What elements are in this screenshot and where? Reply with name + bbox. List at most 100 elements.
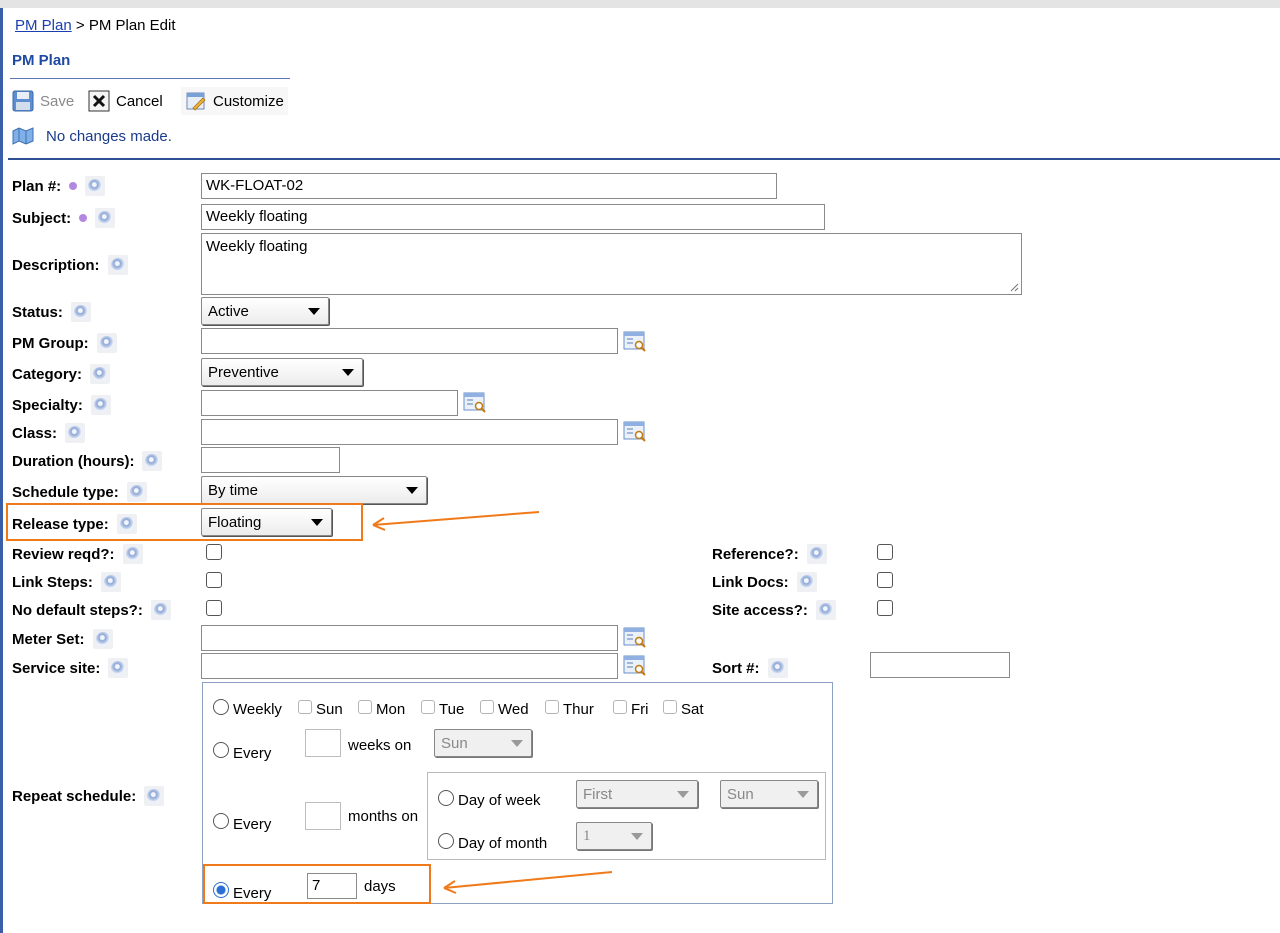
help-icon[interactable] [142, 451, 163, 471]
plan-number-field[interactable]: WK-FLOAT-02 [201, 173, 777, 199]
weekday-sat-checkbox[interactable] [663, 699, 677, 714]
specialty-field[interactable] [201, 390, 458, 416]
weekday-tue-checkbox[interactable] [421, 699, 435, 714]
help-icon[interactable] [90, 395, 111, 415]
weekly-option[interactable]: Weekly [213, 695, 282, 718]
day-of-week-option[interactable]: Day of week [438, 786, 541, 809]
help-icon[interactable] [806, 544, 827, 564]
release-type-select[interactable]: Floating [201, 508, 332, 536]
chevron-down-icon [308, 307, 320, 315]
help-icon[interactable] [90, 364, 111, 384]
status-select[interactable]: Active [201, 297, 329, 325]
weekday-fri-label: Fri [631, 701, 649, 718]
schedule-type-select[interactable]: By time [201, 476, 427, 504]
help-icon[interactable] [96, 333, 117, 353]
lookup-icon[interactable] [623, 655, 647, 677]
meter-set-label-group: Meter Set: [12, 629, 113, 649]
day-of-month-select[interactable]: 1 [576, 822, 652, 850]
site-access-checkbox[interactable] [877, 600, 893, 616]
meter-set-field[interactable] [201, 625, 618, 651]
every-months-radio[interactable] [213, 812, 229, 829]
weekday-wed-checkbox[interactable] [480, 699, 494, 714]
weekday-sun-checkbox[interactable] [298, 699, 312, 714]
weekday-fri-checkbox[interactable] [613, 699, 627, 714]
help-icon[interactable] [122, 544, 143, 564]
days-count-field[interactable]: 7 [307, 873, 357, 899]
link-steps-checkbox[interactable] [206, 572, 222, 588]
every-weeks-option[interactable]: Every [213, 737, 271, 762]
weeks-weekday-select[interactable]: Sun [434, 729, 532, 757]
days-label: days [364, 878, 396, 895]
help-icon[interactable] [85, 176, 106, 196]
cancel-button[interactable]: Cancel [84, 87, 167, 115]
day-of-month-option[interactable]: Day of month [438, 829, 547, 852]
help-icon[interactable] [92, 629, 113, 649]
every-days-option[interactable]: Every [213, 877, 271, 902]
review-reqd-label-group: Review reqd?: [12, 544, 143, 564]
help-icon[interactable] [150, 600, 171, 620]
help-icon[interactable] [100, 572, 121, 592]
breadcrumb-link-pm-plan[interactable]: PM Plan [15, 17, 72, 34]
no-default-steps-checkbox[interactable] [206, 600, 222, 616]
weekday-thur-checkbox[interactable] [545, 699, 559, 714]
day-of-month-radio[interactable] [438, 832, 454, 849]
page-title: PM Plan [12, 52, 71, 69]
weekday-mon-checkbox[interactable] [358, 699, 372, 714]
help-icon[interactable] [108, 658, 129, 678]
subject-field[interactable]: Weekly floating [201, 204, 825, 230]
duration-field[interactable] [201, 447, 340, 473]
breadcrumb: PM Plan > PM Plan Edit [15, 17, 176, 34]
breadcrumb-separator: > [75, 17, 85, 34]
lookup-icon[interactable] [623, 421, 647, 443]
weeks-count-field[interactable] [305, 729, 341, 757]
day-of-week-radio[interactable] [438, 789, 454, 806]
customize-button[interactable]: Customize [181, 87, 288, 115]
form-divider [8, 158, 1280, 160]
every-months-option[interactable]: Every [213, 808, 271, 833]
review-reqd-checkbox[interactable] [206, 544, 222, 560]
service-site-field[interactable] [201, 653, 618, 679]
status-label-group: Status: [12, 302, 91, 322]
weekday-mon-option[interactable]: Mon [358, 695, 405, 718]
help-icon[interactable] [815, 600, 836, 620]
help-icon[interactable] [767, 658, 788, 678]
link-docs-checkbox[interactable] [877, 572, 893, 588]
class-field[interactable] [201, 419, 618, 445]
reference-checkbox[interactable] [877, 544, 893, 560]
weekday-sun-option[interactable]: Sun [298, 695, 343, 718]
resize-handle-icon[interactable] [1009, 282, 1019, 292]
status-select-value: Active [208, 302, 249, 320]
help-icon[interactable] [65, 423, 86, 443]
day-of-week-ordinal-select[interactable]: First [576, 780, 698, 808]
day-of-week-weekday-select[interactable]: Sun [720, 780, 818, 808]
every-weeks-radio[interactable] [213, 741, 229, 758]
help-icon[interactable] [70, 302, 91, 322]
weekday-wed-label: Wed [498, 701, 529, 718]
weekday-fri-option[interactable]: Fri [613, 695, 649, 718]
sort-number-field[interactable] [870, 652, 1010, 678]
lookup-icon[interactable] [623, 627, 647, 649]
lookup-icon[interactable] [463, 392, 487, 414]
chevron-down-icon [511, 739, 523, 747]
lookup-icon[interactable] [623, 331, 647, 353]
weekday-tue-option[interactable]: Tue [421, 695, 464, 718]
help-icon[interactable] [95, 208, 116, 228]
weekly-radio[interactable] [213, 698, 229, 715]
arrow-annotation-icon [443, 871, 613, 894]
pm-group-field[interactable] [201, 328, 618, 354]
reference-label-group: Reference?: [712, 544, 827, 564]
help-icon[interactable] [126, 482, 147, 502]
weekday-wed-option[interactable]: Wed [480, 695, 529, 718]
weekday-thur-option[interactable]: Thur [545, 695, 594, 718]
help-icon[interactable] [796, 572, 817, 592]
description-field[interactable]: Weekly floating [201, 233, 1022, 295]
weekday-sat-option[interactable]: Sat [663, 695, 704, 718]
months-count-field[interactable] [305, 802, 341, 830]
help-icon[interactable] [107, 255, 128, 275]
every-days-radio[interactable] [213, 881, 229, 898]
category-select[interactable]: Preventive [201, 358, 363, 386]
help-icon[interactable] [144, 786, 165, 806]
help-icon[interactable] [116, 514, 137, 534]
weekday-sat-label: Sat [681, 701, 704, 718]
save-button[interactable]: Save [8, 87, 78, 115]
